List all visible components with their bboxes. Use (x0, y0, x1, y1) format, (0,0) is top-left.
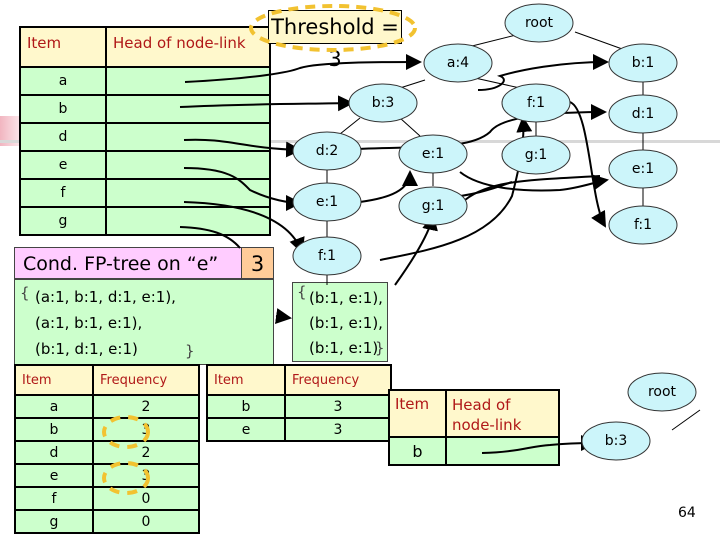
node-label: e:1 (632, 161, 654, 177)
tree-node-a4: a:4 (423, 43, 493, 83)
tree-node-b1-top: b:1 (608, 43, 678, 83)
tree-node-root: root (504, 3, 574, 43)
tree-node-b3: b:3 (348, 83, 418, 123)
threshold-highlight (249, 4, 417, 52)
edge (399, 117, 421, 137)
tree-node-g1-mid: g:1 (501, 135, 571, 175)
node-link-arrow (481, 435, 597, 454)
tree-node-e1-left: e:1 (292, 182, 362, 222)
node-label: f:1 (318, 248, 336, 264)
node-label: d:2 (316, 143, 339, 159)
node-link-arrow (183, 167, 302, 211)
edge (574, 31, 626, 51)
freq-b-highlight (102, 415, 150, 449)
node-label: g:1 (525, 147, 548, 163)
edge (339, 117, 361, 135)
node-label: b:1 (632, 55, 655, 71)
node-label: f:1 (527, 95, 545, 111)
tree-node-e1-right: e:1 (608, 149, 678, 189)
tree-node-g1-low: g:1 (398, 186, 468, 226)
edge (671, 409, 701, 431)
tree-node-f1-low: f:1 (292, 236, 362, 276)
node-label: g:1 (422, 198, 445, 214)
node-link-arrow (183, 201, 305, 254)
node-label: e:1 (316, 194, 338, 210)
node-label: b:3 (605, 433, 628, 449)
freq-e-highlight (102, 461, 150, 495)
tree-node-f1-mid: f:1 (501, 83, 571, 123)
node-link-arrow (459, 171, 609, 192)
tree-node-res-root: root (627, 372, 697, 412)
node-label: root (648, 384, 677, 400)
node-label: e:1 (422, 146, 444, 162)
tree-node-d2: d:2 (292, 131, 362, 171)
node-link-arrow (183, 138, 302, 158)
node-label: f:1 (634, 217, 652, 233)
node-link-arrow (275, 308, 292, 324)
tree-node-d1-right: d:1 (608, 94, 678, 134)
node-label: d:1 (632, 106, 655, 122)
node-label: root (525, 15, 554, 31)
node-link-arrow (464, 175, 601, 201)
node-link-arrow (184, 54, 422, 83)
node-label: a:4 (447, 55, 469, 71)
node-label: b:3 (372, 95, 395, 111)
edge (399, 79, 426, 89)
tree-node-e1-mid: e:1 (398, 134, 468, 174)
node-link-arrow (569, 101, 606, 228)
fp-tree-diagram: root a:4 b:1 b:3 f:1 d:1 d:2 e:1 g:1 e:1 e:1 g:1 f:1… (102, 3, 701, 495)
node-link-arrow (179, 226, 241, 249)
node-link-arrow (179, 95, 354, 112)
tree-node-f1-right: f:1 (608, 205, 678, 245)
tree-node-res-b3: b:3 (581, 421, 651, 461)
